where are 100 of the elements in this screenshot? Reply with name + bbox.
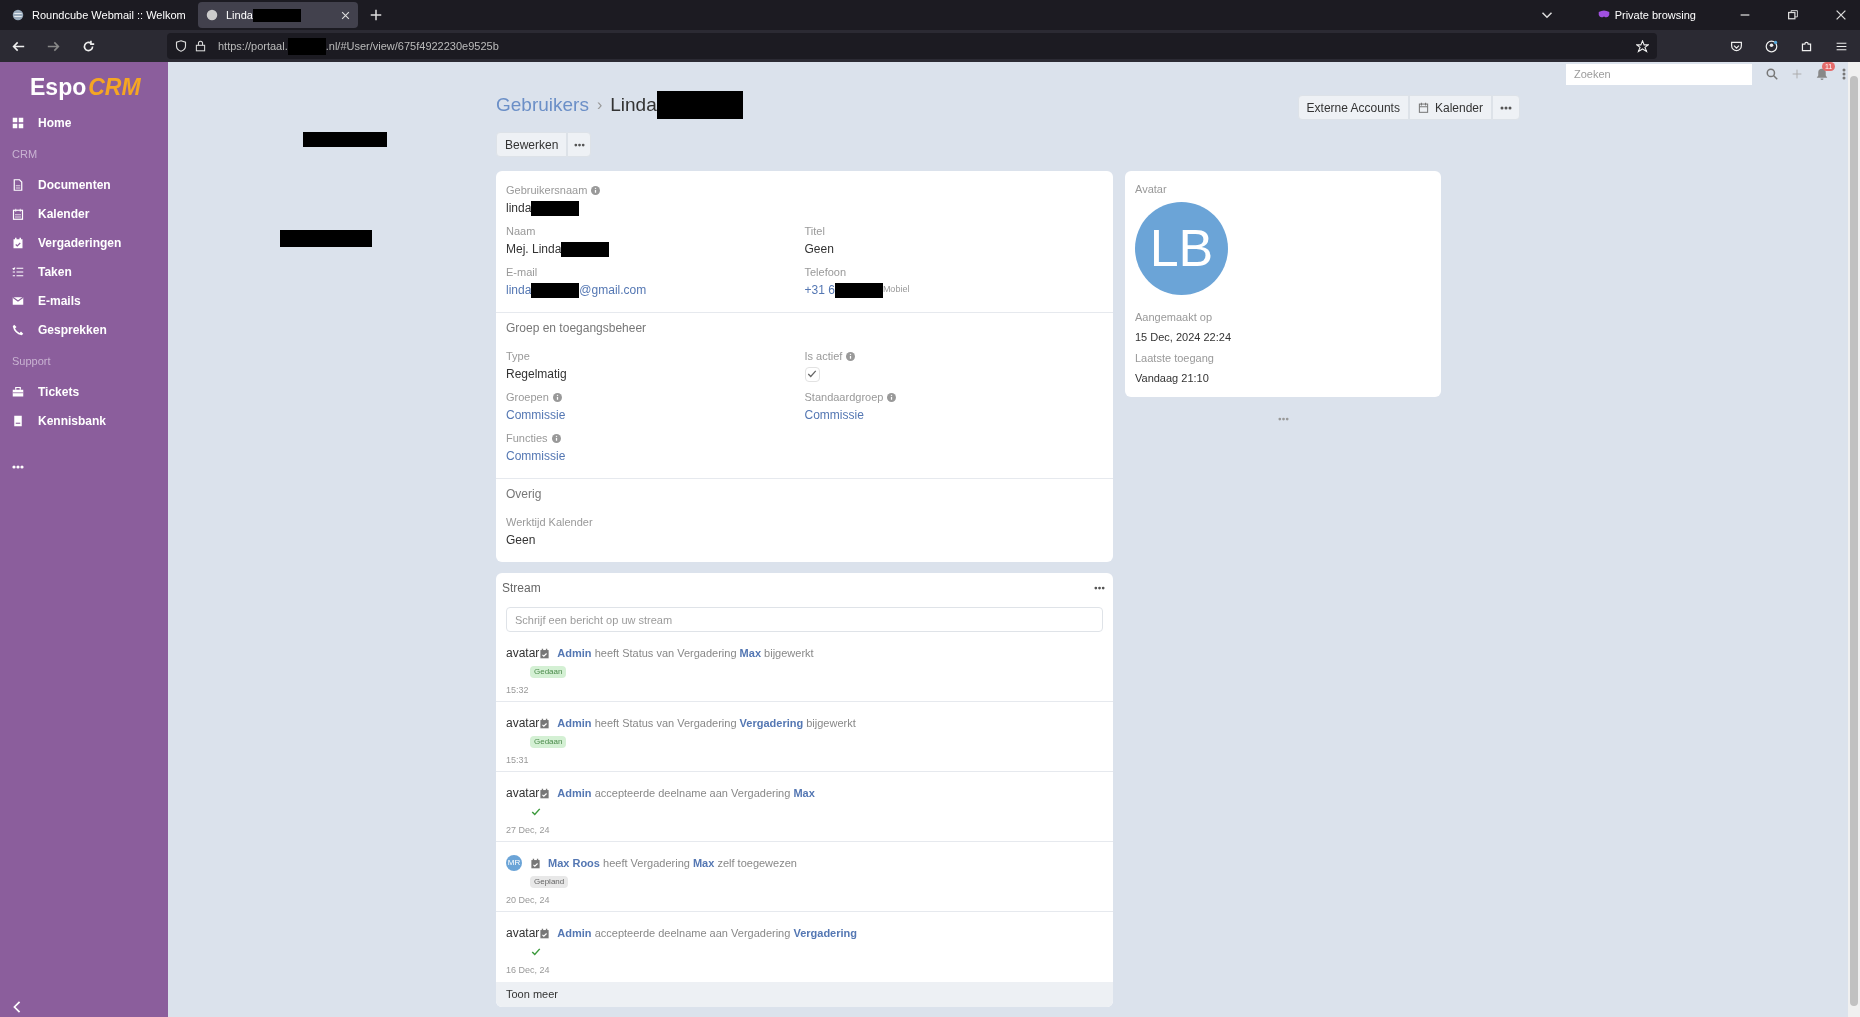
field-label: Aangemaakt op [1135, 309, 1214, 325]
close-icon [341, 10, 350, 20]
search-field[interactable]: Zoeken [1566, 63, 1752, 85]
task-list-icon [12, 265, 24, 278]
field-label: Gebruikersnaam [506, 182, 588, 198]
field-label: Is actief [804, 348, 843, 364]
edit-button[interactable]: Bewerken [496, 132, 568, 157]
nav-item[interactable]: Vergaderingen [0, 228, 168, 257]
nav-item[interactable]: Home [0, 108, 168, 137]
status-badge: Gepland [530, 876, 569, 888]
espo-crm-logo: EspoCRM [30, 73, 142, 100]
field-link[interactable]: @gmail.com [579, 281, 647, 299]
browser-tab[interactable]: Linda [198, 2, 358, 28]
nav-item[interactable]: Kalender [0, 199, 168, 228]
restore-icon [1788, 10, 1798, 20]
redaction-bar [287, 37, 326, 55]
avatar-alt-text: avatar [506, 925, 540, 942]
field-value: Geen [506, 532, 536, 549]
avatar-alt-text: avatar [506, 715, 540, 732]
message-link[interactable]: Admin [557, 926, 592, 939]
action-button[interactable]: Kalender [1408, 95, 1492, 120]
more-button[interactable] [567, 132, 592, 157]
field-value: 15 Dec, 2024 22:24 [1135, 330, 1233, 345]
scrollbar[interactable] [1848, 62, 1860, 1017]
stream-message: Admin heeft Status van Vergadering Max bijgewerkt [557, 645, 814, 661]
url-text: .nl/#User/view/675f4922230e9525b [325, 38, 499, 54]
stream-message: Max Roos heeft Vergadering Max zelf toegewezen [548, 855, 797, 871]
message-link[interactable]: Max [692, 856, 715, 869]
field-label: Laatste toegang [1135, 350, 1215, 366]
message-link[interactable]: Admin [557, 716, 592, 729]
field-label: E-mail [506, 264, 538, 280]
account-icon [1765, 39, 1778, 53]
message-link[interactable]: Max [793, 786, 815, 799]
reload-icon [82, 39, 95, 53]
avatar-alt-text: avatar [506, 785, 540, 802]
more-icon [573, 142, 585, 147]
message-link[interactable]: Max [739, 646, 761, 659]
tab-title: Roundcube Webmail :: Welkom [32, 7, 186, 23]
user-avatar: MR [506, 855, 522, 871]
stream-time: 15:31 [506, 754, 530, 767]
message-link[interactable]: Admin [557, 786, 592, 799]
field-value: Mej. Linda [506, 241, 562, 258]
plus-icon [370, 9, 382, 21]
field-link[interactable]: Commissie [506, 406, 566, 424]
field-link[interactable]: Commissie [804, 406, 864, 424]
status-badge: Gedaan [530, 736, 567, 748]
status-badge: Gedaan [530, 666, 567, 678]
field-link[interactable]: +31 6 [804, 281, 835, 299]
browser-tab[interactable]: Roundcube Webmail :: Welkom [4, 2, 194, 28]
field-value: Vandaag 21:10 [1135, 371, 1210, 386]
nav-item[interactable]: Taken [0, 257, 168, 286]
message-link[interactable]: Max Roos [548, 856, 600, 869]
briefcase-icon [12, 385, 24, 398]
lock-icon [195, 40, 206, 52]
field-link[interactable]: Commissie [506, 447, 566, 465]
section-title: Overig [506, 486, 543, 503]
more-icon [1277, 416, 1289, 421]
nav-item[interactable]: E-mails [0, 286, 168, 315]
action-button[interactable]: Externe Accounts [1297, 95, 1409, 120]
section-header: CRM [11, 147, 39, 163]
nav-item[interactable]: Tickets [0, 377, 168, 406]
field-link[interactable]: linda [506, 281, 532, 299]
message-link[interactable]: Admin [557, 646, 592, 659]
breadcrumb-link[interactable]: Gebruikers [496, 90, 589, 120]
kebab-menu-icon [1842, 68, 1846, 80]
collapse-icon [12, 1001, 22, 1013]
calendar-check-icon [539, 647, 551, 659]
stream-time: 20 Dec, 24 [506, 894, 551, 907]
checkmark-icon [531, 807, 541, 817]
section-header: Support [11, 354, 52, 370]
stream-input[interactable]: Schrijf een bericht op uw stream [506, 607, 1103, 632]
url-text: https://portaal. [218, 38, 288, 54]
calendar-icon [1417, 102, 1429, 113]
more-button[interactable] [1492, 95, 1520, 120]
calendar-check-icon [12, 236, 24, 249]
message-link[interactable]: Vergadering [793, 926, 857, 939]
stream-time: 15:32 [506, 684, 530, 697]
nav-item[interactable]: Gesprekken [0, 315, 168, 344]
show-more-button[interactable]: Toon meer [496, 982, 1113, 1007]
close-icon [1836, 10, 1846, 20]
field-label: Telefoon [804, 264, 847, 280]
nav-item[interactable]: Documenten [0, 170, 168, 199]
field-label: Titel [804, 223, 825, 239]
more-icon [12, 465, 24, 469]
back-icon [12, 39, 25, 53]
field-label: Werktijd Kalender [506, 514, 593, 530]
calendar-check-icon [539, 927, 551, 939]
pocket-icon [1730, 39, 1743, 53]
stream-time: 27 Dec, 24 [506, 824, 551, 837]
globe-icon [12, 9, 24, 21]
message-link[interactable]: Vergadering [739, 716, 804, 729]
checkmark-icon [531, 947, 541, 957]
phone-type-label: Mobiel [882, 283, 910, 297]
address-bar[interactable]: https://portaal. .nl/#User/view/675f4922230e9525b [167, 33, 1657, 59]
field-value: Regelmatig [506, 366, 567, 383]
calendar-check-icon [539, 717, 551, 729]
page-title: Linda [610, 92, 657, 117]
nav-item[interactable]: Kennisbank [0, 406, 168, 435]
field-label: Naam [506, 223, 536, 239]
forward-icon [47, 39, 60, 53]
